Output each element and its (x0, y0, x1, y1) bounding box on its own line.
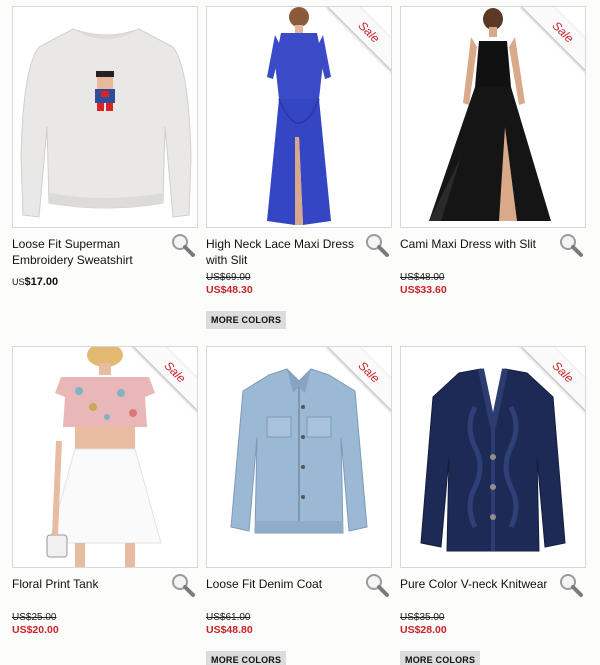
product-card[interactable]: Sale Loose Fit Denim Coat US$61.00 US$48… (206, 346, 392, 665)
original-price: US$35.00 (400, 612, 445, 623)
product-name[interactable]: Loose Fit Superman Embroidery Sweatshirt (12, 236, 162, 270)
product-image[interactable]: Sale (206, 346, 392, 568)
price: US$17.00 (12, 276, 198, 288)
sale-price: US$48.80 (206, 624, 253, 636)
magnifier-icon[interactable] (558, 232, 584, 258)
magnifier-icon[interactable] (364, 572, 390, 598)
product-image[interactable] (12, 6, 198, 228)
magnifier-icon[interactable] (364, 232, 390, 258)
original-price: US$25.00 (12, 612, 57, 623)
sale-price: US$20.00 (12, 624, 59, 636)
sale-price: US$28.00 (400, 624, 447, 636)
magnifier-icon[interactable] (170, 232, 196, 258)
more-colors-button[interactable]: MORE COLORS (206, 311, 287, 329)
product-name[interactable]: High Neck Lace Maxi Dress with Slit (206, 236, 356, 270)
original-price: US$69.00 (206, 272, 251, 283)
product-name[interactable]: Floral Print Tank (12, 576, 162, 610)
price-currency: US (12, 277, 25, 287)
more-colors-button[interactable]: MORE COLORS (206, 651, 287, 665)
product-card[interactable]: Loose Fit Superman Embroidery Sweatshirt… (12, 6, 198, 288)
product-name[interactable]: Cami Maxi Dress with Slit (400, 236, 550, 270)
product-card[interactable]: Sale Floral Print Tank US$25.00 US$20.00 (12, 346, 198, 636)
product-image[interactable]: Sale (400, 346, 586, 568)
original-price: US$48.00 (400, 272, 445, 283)
product-image[interactable]: Sale (12, 346, 198, 568)
sweatshirt-image (20, 28, 192, 218)
magnifier-icon[interactable] (558, 572, 584, 598)
product-image[interactable]: Sale (206, 6, 392, 228)
sale-price: US$48.30 (206, 284, 253, 296)
original-price: US$61.00 (206, 612, 251, 623)
price-amount: $17.00 (24, 276, 59, 288)
product-card[interactable]: Sale High Neck Lace Maxi Dress with Slit… (206, 6, 392, 329)
product-card[interactable]: Sale Pure Color V-neck Knitwear US$35.00… (400, 346, 586, 665)
product-name[interactable]: Pure Color V-neck Knitwear (400, 576, 550, 610)
product-card[interactable]: Sale Cami Maxi Dress with Slit US$48.00 … (400, 6, 586, 296)
product-image[interactable]: Sale (400, 6, 586, 228)
magnifier-icon[interactable] (170, 572, 196, 598)
more-colors-button[interactable]: MORE COLORS (400, 651, 481, 665)
product-name[interactable]: Loose Fit Denim Coat (206, 576, 356, 610)
sale-price: US$33.60 (400, 284, 447, 296)
